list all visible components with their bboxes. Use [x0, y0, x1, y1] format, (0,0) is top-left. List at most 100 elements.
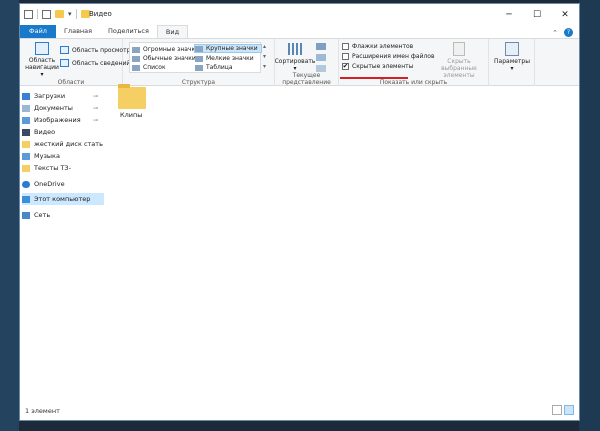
- add-columns-icon[interactable]: [316, 54, 326, 61]
- ribbon: Область навигации ▾ Область просмотра Об…: [20, 38, 579, 87]
- group-show-hide: Флажки элементов Расширения имен файлов …: [339, 39, 489, 87]
- pin-icon: ⊸: [92, 92, 98, 100]
- network-icon: [22, 211, 30, 219]
- size-columns-icon[interactable]: [316, 65, 326, 72]
- nav-item-videos[interactable]: Видео: [22, 126, 104, 138]
- medium-icons-icon: [132, 55, 140, 62]
- desktop-background-left: [0, 0, 19, 431]
- properties-icon[interactable]: [24, 9, 33, 19]
- nav-item-music[interactable]: Музыка: [22, 150, 104, 162]
- layout-large-icons[interactable]: Крупные значки: [194, 44, 262, 53]
- sort-by-caret-icon: ▾: [293, 65, 297, 72]
- file-name: Клипы: [120, 111, 143, 119]
- layout-item-label: Обычные значки: [143, 55, 196, 62]
- hide-selected-button[interactable]: Скрыть выбранные элементы: [431, 42, 487, 79]
- maximize-button[interactable]: ☐: [523, 4, 551, 25]
- nav-item-label: OneDrive: [34, 180, 65, 188]
- quick-access-toolbar: ▾: [24, 9, 90, 19]
- nav-item-pictures[interactable]: Изображения ⊸: [22, 114, 104, 126]
- details-pane-button[interactable]: Область сведений: [60, 59, 130, 67]
- layout-small-icons[interactable]: Мелкие значки: [195, 54, 254, 63]
- view-toggle: [552, 405, 574, 415]
- list-icon: [132, 64, 140, 71]
- status-bar: 1 элемент: [20, 400, 579, 420]
- group-label-panes: Области: [57, 79, 85, 86]
- sort-by-button[interactable]: Сортировать ▾: [274, 43, 316, 72]
- tab-home[interactable]: Главная: [56, 25, 100, 38]
- list-item[interactable]: Клипы: [106, 84, 156, 122]
- options-caret-icon: ▾: [510, 65, 514, 72]
- item-checkboxes-option[interactable]: Флажки элементов: [342, 43, 413, 50]
- details-pane-label: Область сведений: [72, 59, 131, 67]
- options-button[interactable]: Параметры ▾: [490, 42, 534, 72]
- nav-item-label: Документы: [34, 104, 73, 112]
- layout-expand-icon[interactable]: ▾: [263, 62, 266, 72]
- nav-item-onedrive[interactable]: OneDrive: [22, 178, 104, 190]
- file-extensions-option[interactable]: Расширения имен файлов: [342, 53, 435, 60]
- help-icon[interactable]: ?: [564, 28, 573, 37]
- large-icons-icon: [195, 45, 203, 52]
- music-icon: [22, 152, 30, 160]
- layout-list[interactable]: Список: [132, 63, 166, 72]
- customize-toolbar-caret-icon[interactable]: ▾: [68, 10, 72, 18]
- large-icons-view-icon[interactable]: [564, 405, 574, 415]
- nav-item-downloads[interactable]: Загрузки ⊸: [22, 90, 104, 102]
- nav-item-label: жесткий диск стать: [34, 140, 103, 148]
- layout-extra-large-icons[interactable]: Огромные значки: [132, 45, 199, 54]
- new-folder-icon[interactable]: [55, 10, 64, 18]
- hide-selected-icon: [453, 42, 465, 56]
- file-extensions-label: Расширения имен файлов: [352, 53, 435, 60]
- preview-pane-icon: [60, 46, 69, 54]
- hidden-items-label: Скрытые элементы: [352, 63, 414, 70]
- layout-item-label: Мелкие значки: [206, 55, 254, 62]
- layout-item-label: Крупные значки: [206, 45, 258, 52]
- documents-icon: [22, 104, 30, 112]
- nav-item-network[interactable]: Сеть: [22, 209, 104, 221]
- group-layout: Огромные значки Крупные значки Обычные з…: [123, 39, 275, 87]
- layout-gallery: Огромные значки Крупные значки Обычные з…: [129, 42, 262, 73]
- tab-share[interactable]: Поделиться: [100, 25, 157, 38]
- hide-selected-label: Скрыть выбранные элементы: [441, 58, 477, 79]
- toolbar-separator: [75, 9, 77, 19]
- nav-item-label: Сеть: [34, 211, 51, 219]
- nav-item-documents[interactable]: Документы ⊸: [22, 102, 104, 114]
- sort-by-label: Сортировать: [274, 58, 316, 65]
- navigation-pane-button[interactable]: Область навигации ▾: [23, 42, 61, 78]
- close-button[interactable]: ✕: [551, 4, 579, 25]
- details-view-icon[interactable]: [552, 405, 562, 415]
- hidden-items-checkbox[interactable]: ✔: [342, 63, 349, 70]
- small-icons-icon: [195, 55, 203, 62]
- group-by-icon[interactable]: [316, 43, 326, 50]
- layout-medium-icons[interactable]: Обычные значки: [132, 54, 196, 63]
- pin-icon: ⊸: [92, 116, 98, 124]
- details-pane-icon: [60, 59, 69, 67]
- tab-file[interactable]: Файл: [20, 25, 56, 38]
- collapse-ribbon-icon[interactable]: ⌃: [552, 29, 558, 37]
- explorer-window: ▾ Видео ─ ☐ ✕ Файл Главная Поделиться Ви…: [19, 3, 580, 421]
- toolbar-separator: [37, 9, 38, 19]
- layout-scroll-up-icon[interactable]: ▴: [263, 42, 266, 52]
- minimize-button[interactable]: ─: [495, 4, 523, 25]
- folder-icon: [22, 164, 30, 172]
- nav-item-label: Этот компьютер: [34, 195, 91, 203]
- hidden-items-option[interactable]: ✔ Скрытые элементы: [342, 63, 413, 70]
- nav-item-this-pc[interactable]: Этот компьютер: [22, 193, 104, 205]
- file-list: Клипы: [106, 84, 579, 401]
- new-document-icon[interactable]: [42, 9, 51, 19]
- layout-details[interactable]: Таблица: [195, 63, 233, 72]
- options-label: Параметры: [494, 58, 530, 65]
- sort-by-icon: [288, 43, 302, 55]
- view-small-buttons: [316, 43, 326, 72]
- nav-item-folder-hdd[interactable]: жесткий диск стать: [22, 138, 104, 150]
- nav-item-folder-texts[interactable]: Тексты ТЗ-: [22, 162, 104, 174]
- item-checkboxes-checkbox[interactable]: [342, 43, 349, 50]
- downloads-icon: [22, 92, 30, 100]
- item-count: 1 элемент: [25, 407, 60, 415]
- ribbon-tab-controls: ⌃ ?: [552, 28, 573, 37]
- nav-item-label: Видео: [34, 128, 56, 136]
- tab-view[interactable]: Вид: [156, 25, 189, 38]
- layout-item-label: Таблица: [206, 64, 233, 71]
- layout-scroll-down-icon[interactable]: ▾: [263, 52, 266, 62]
- window-controls: ─ ☐ ✕: [495, 4, 579, 25]
- file-extensions-checkbox[interactable]: [342, 53, 349, 60]
